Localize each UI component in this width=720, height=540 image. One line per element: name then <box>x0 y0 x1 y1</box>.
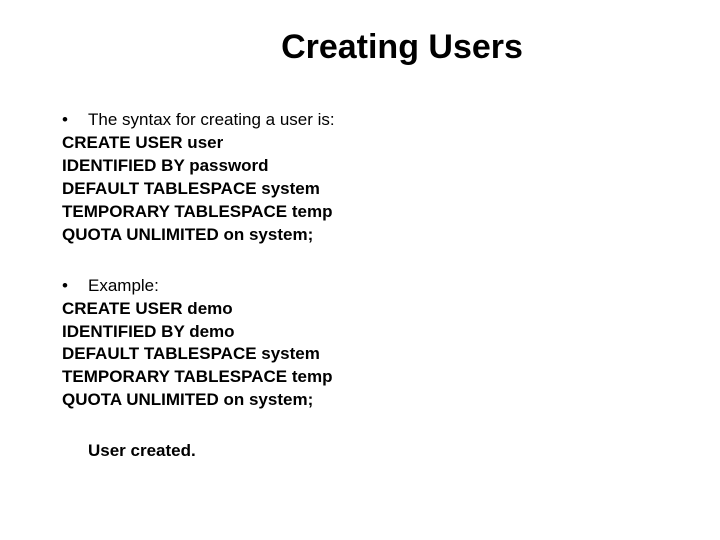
syntax-block: • The syntax for creating a user is: CRE… <box>62 109 658 247</box>
code-line: IDENTIFIED BY demo <box>62 321 658 344</box>
page-title: Creating Users <box>62 28 658 67</box>
bullet-item: • The syntax for creating a user is: <box>62 109 658 132</box>
bullet-text: The syntax for creating a user is: <box>88 109 335 132</box>
bullet-item: • Example: <box>62 275 658 298</box>
code-line: DEFAULT TABLESPACE system <box>62 343 658 366</box>
code-line: TEMPORARY TABLESPACE temp <box>62 366 658 389</box>
code-line: QUOTA UNLIMITED on system; <box>62 224 658 247</box>
code-line: CREATE USER demo <box>62 298 658 321</box>
code-line: IDENTIFIED BY password <box>62 155 658 178</box>
slide: Creating Users • The syntax for creating… <box>0 0 720 540</box>
bullet-text: Example: <box>88 275 159 298</box>
bullet-dot: • <box>62 275 88 298</box>
code-line: CREATE USER user <box>62 132 658 155</box>
code-line: QUOTA UNLIMITED on system; <box>62 389 658 412</box>
code-line: TEMPORARY TABLESPACE temp <box>62 201 658 224</box>
slide-content: • The syntax for creating a user is: CRE… <box>62 109 658 463</box>
example-block: • Example: CREATE USER demo IDENTIFIED B… <box>62 275 658 413</box>
code-line: DEFAULT TABLESPACE system <box>62 178 658 201</box>
bullet-dot: • <box>62 109 88 132</box>
result-message: User created. <box>62 440 658 463</box>
